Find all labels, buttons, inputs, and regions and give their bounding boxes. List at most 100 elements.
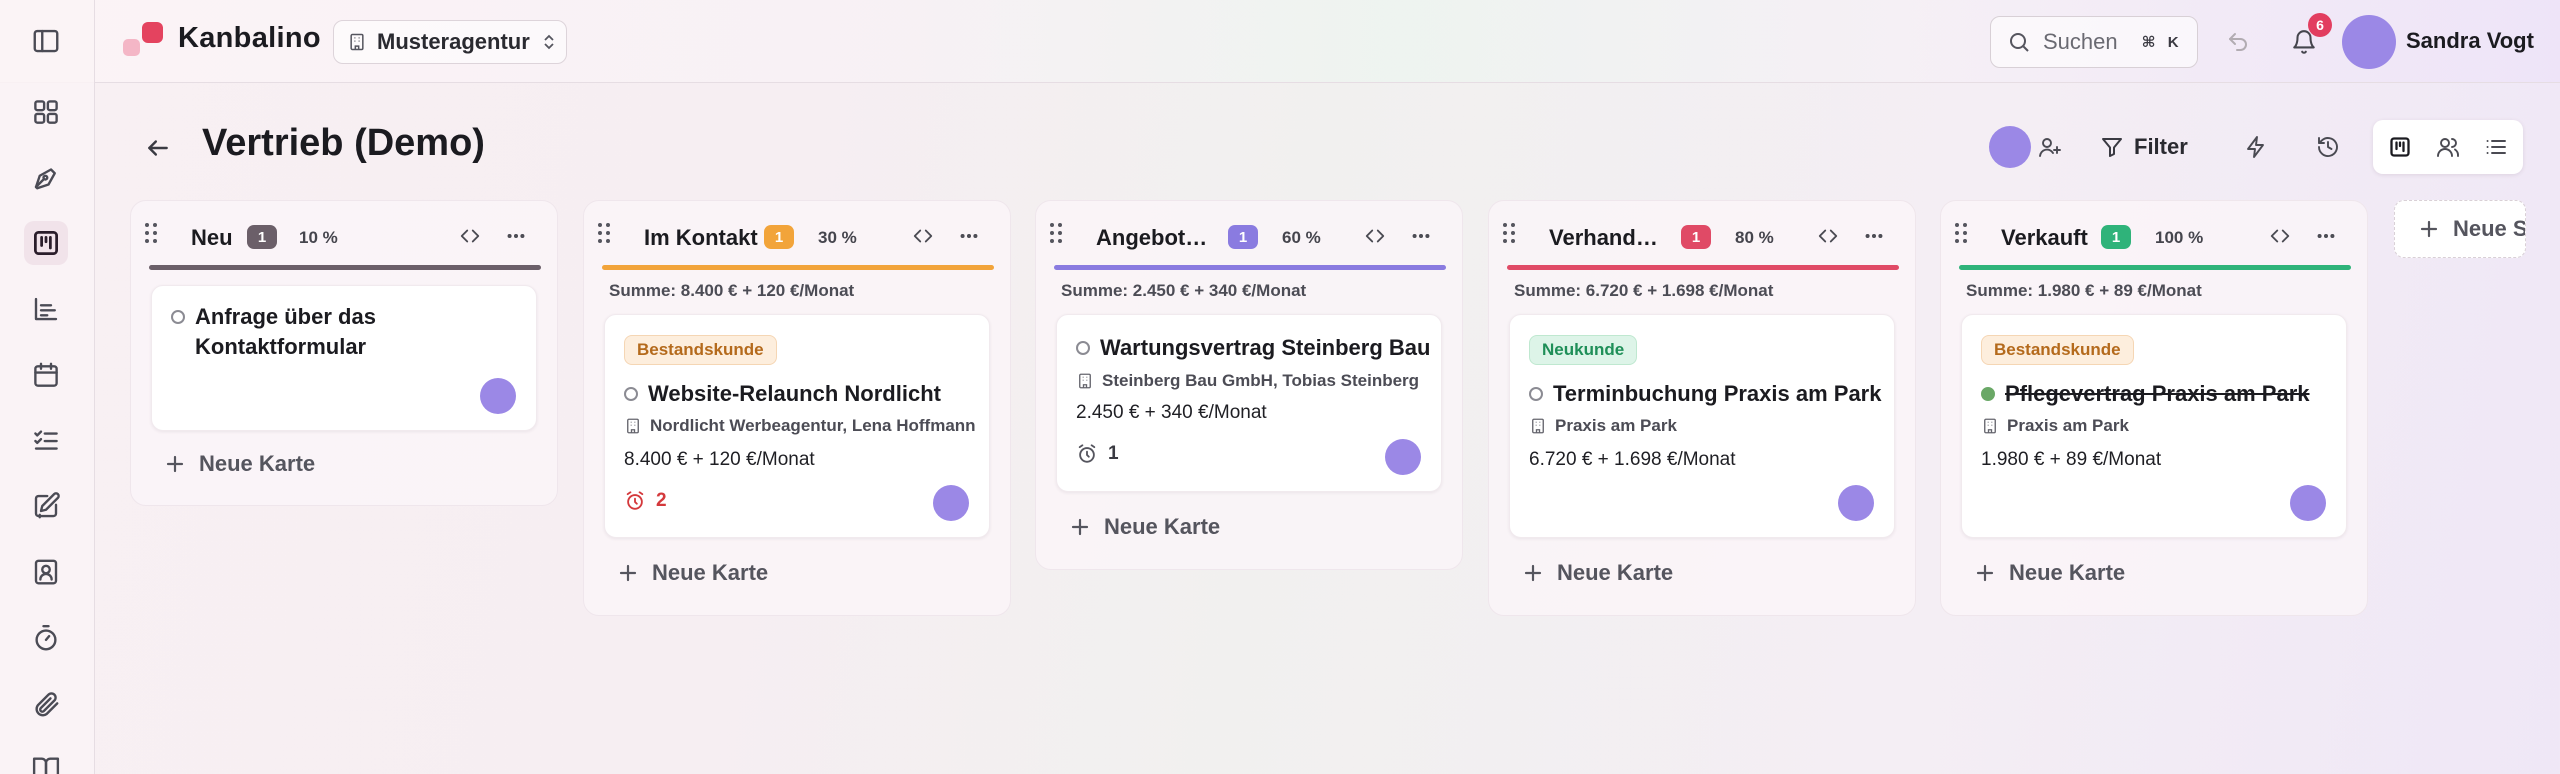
column-title[interactable]: Neu — [191, 225, 233, 251]
column-title[interactable]: Verhandlung — [1549, 225, 1661, 251]
building-icon — [1532, 418, 1544, 434]
workspace-switcher[interactable]: Musteragentur — [333, 20, 567, 64]
card-title: Wartungsvertrag Steinberg Bau — [1100, 335, 1431, 360]
sidebar-toggle-button[interactable] — [24, 19, 68, 63]
sidebar-item-board[interactable] — [24, 221, 68, 265]
sidebar-item-calendar[interactable] — [24, 353, 68, 397]
user-avatar[interactable] — [2342, 15, 2396, 69]
sidebar-item-dashboard[interactable] — [24, 90, 68, 134]
deal-card[interactable]: Wartungsvertrag Steinberg Bau Steinberg … — [1056, 314, 1442, 492]
column-probability: 80 % — [1735, 228, 1774, 247]
column-menu-button[interactable] — [1406, 221, 1436, 251]
card-amount: 1.980 € + 89 €/Monat — [1981, 449, 2162, 470]
drag-handle-icon[interactable] — [1503, 223, 1519, 245]
pen-tool-icon — [34, 168, 56, 190]
undo-button[interactable] — [2218, 22, 2258, 62]
history-button[interactable] — [2308, 127, 2348, 167]
sidebar-item-design[interactable] — [24, 155, 68, 199]
automation-button[interactable] — [2236, 127, 2276, 167]
customer-tag: Neukunde — [1529, 335, 1638, 365]
column-menu-button[interactable] — [1859, 221, 1889, 251]
status-circle-icon[interactable] — [171, 310, 185, 324]
drag-handle-icon[interactable] — [598, 223, 614, 245]
new-card-button[interactable]: Neue Karte — [1070, 514, 1220, 540]
status-circle-icon[interactable] — [1076, 341, 1090, 355]
status-done-icon[interactable] — [1981, 387, 1995, 401]
filter-button[interactable]: Filter — [2100, 127, 2188, 167]
card-title: Anfrage über das Kontaktformular — [195, 304, 376, 359]
app-logo[interactable] — [120, 20, 166, 60]
collapse-column-button[interactable] — [1813, 221, 1843, 251]
column-sum: Summe: 2.450 € + 340 €/Monat — [1061, 281, 1307, 300]
drag-handle-icon[interactable] — [1955, 223, 1971, 245]
filter-icon — [2102, 138, 2122, 157]
card-company: Nordlicht Werbeagentur, Lena Hoffmann — [624, 416, 976, 436]
column-count-badge: 1 — [247, 225, 277, 249]
collapse-column-button[interactable] — [908, 221, 938, 251]
app-name: Kanbalino — [178, 22, 321, 54]
new-card-button[interactable]: Neue Karte — [1523, 560, 1673, 586]
overdue-reminder[interactable]: 2 — [624, 490, 667, 512]
member-avatar[interactable] — [1989, 126, 2031, 168]
collapse-column-button[interactable] — [455, 221, 485, 251]
building-icon — [627, 418, 639, 434]
list-view-button[interactable] — [2477, 128, 2515, 166]
sidebar-item-files[interactable] — [24, 682, 68, 726]
new-card-button[interactable]: Neue Karte — [165, 451, 315, 477]
user-name[interactable]: Sandra Vogt — [2406, 28, 2534, 54]
sidebar-item-tasks[interactable] — [24, 419, 68, 463]
assignee-avatar[interactable] — [2290, 485, 2326, 521]
assignee-avatar[interactable] — [1385, 439, 1421, 475]
column-color-bar — [1507, 265, 1899, 270]
company-name: Praxis am Park — [2007, 416, 2129, 435]
board-view-button[interactable] — [2381, 128, 2419, 166]
sidebar-item-contacts[interactable] — [24, 550, 68, 594]
reminder-count: 1 — [1108, 443, 1119, 464]
new-card-label: Neue Karte — [652, 560, 769, 585]
status-circle-icon[interactable] — [1529, 387, 1543, 401]
column-title[interactable]: Angebot erstellt — [1096, 225, 1208, 251]
sidebar-item-reports[interactable] — [24, 287, 68, 331]
drag-handle-icon[interactable] — [1050, 223, 1066, 245]
assignee-avatar[interactable] — [1838, 485, 1874, 521]
sidebar-item-time-tracking[interactable] — [24, 616, 68, 660]
contact-book-icon — [34, 559, 58, 585]
plus-icon — [1524, 564, 1542, 582]
card-title: Pflegevertrag Praxis am Park — [2005, 381, 2310, 406]
status-circle-icon[interactable] — [624, 387, 638, 401]
add-member-button[interactable] — [2030, 127, 2070, 167]
reminder[interactable]: 1 — [1076, 443, 1119, 465]
collapse-column-button[interactable] — [1360, 221, 1390, 251]
deal-card[interactable]: Bestandskunde Pflegevertrag Praxis am Pa… — [1961, 314, 2347, 538]
sidebar-item-docs[interactable] — [24, 746, 68, 774]
column-title[interactable]: Im Kontakt — [644, 225, 758, 251]
plus-icon — [619, 564, 637, 582]
assignee-avatar[interactable] — [480, 378, 516, 414]
checklist-icon — [34, 430, 58, 450]
new-card-button[interactable]: Neue Karte — [1975, 560, 2125, 586]
new-column-button[interactable]: Neue Spalte — [2394, 200, 2526, 258]
column-sum: Summe: 6.720 € + 1.698 €/Monat — [1514, 281, 1774, 300]
code-arrows-icon — [1365, 229, 1385, 243]
deal-card[interactable]: Neukunde Terminbuchung Praxis am Park Pr… — [1509, 314, 1895, 538]
kanban-icon — [34, 231, 58, 255]
search-button[interactable]: Suchen ⌘ K — [1990, 16, 2198, 68]
people-view-button[interactable] — [2429, 128, 2467, 166]
assignee-avatar[interactable] — [933, 485, 969, 521]
new-card-label: Neue Karte — [2009, 560, 2126, 585]
deal-card[interactable]: Anfrage über das Kontaktformular — [151, 285, 537, 431]
column-count-badge: 1 — [1681, 225, 1711, 249]
paperclip-icon — [35, 692, 59, 717]
column-menu-button[interactable] — [954, 221, 984, 251]
sidebar-item-notes[interactable] — [24, 484, 68, 528]
column-color-bar — [149, 265, 541, 270]
column-menu-button[interactable] — [501, 221, 531, 251]
column-title[interactable]: Verkauft — [2001, 225, 2088, 251]
deal-card[interactable]: Bestandskunde Website-Relaunch Nordlicht… — [604, 314, 990, 538]
collapse-column-button[interactable] — [2265, 221, 2295, 251]
notifications-button[interactable]: 6 — [2282, 13, 2332, 64]
column-menu-button[interactable] — [2311, 221, 2341, 251]
drag-handle-icon[interactable] — [145, 223, 161, 245]
new-card-button[interactable]: Neue Karte — [618, 560, 768, 586]
back-button[interactable] — [138, 128, 178, 168]
